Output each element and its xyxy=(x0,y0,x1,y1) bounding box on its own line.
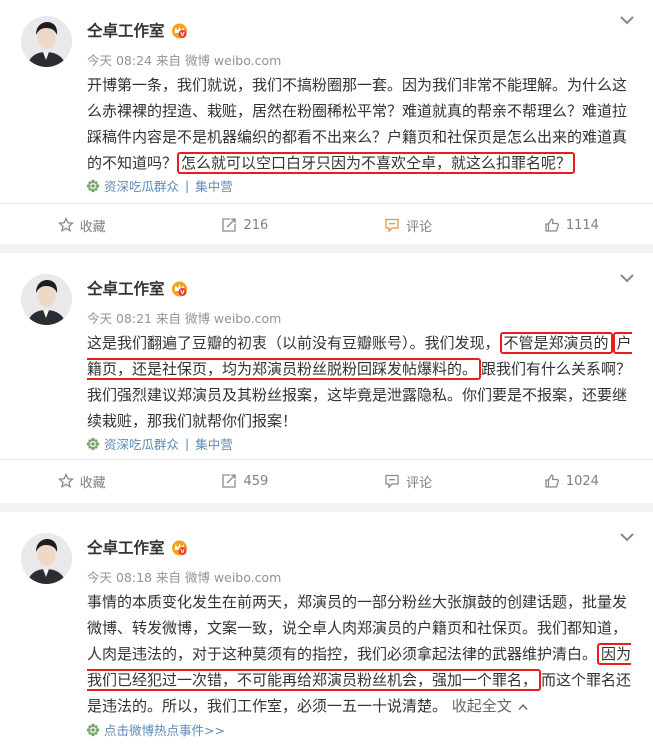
highlighted-text: 不管是郑演员的 xyxy=(499,332,613,354)
comment-label: 评论 xyxy=(406,475,433,491)
post-card: 仝卓工作室 V 今天 08:18 来自 微博 weibo.com 事情的本质变化… xyxy=(0,512,653,752)
post-source: 资深吃瓜群众 | 集中营 xyxy=(86,434,233,453)
collapse-label: 收起全文 xyxy=(451,697,512,715)
repost-icon xyxy=(222,218,237,232)
post-text-plain: 这是我们翻遍了豆瓣的初衷（以前没有豆瓣账号）。我们发现， xyxy=(87,334,500,352)
source-link[interactable]: 资深吃瓜群众 xyxy=(104,434,179,453)
favorite-label: 收藏 xyxy=(79,475,106,491)
post-card: 仝卓工作室 V 今天 08:21 来自 微博 weibo.com 这是我们翻遍了… xyxy=(0,253,653,503)
chevron-up-icon xyxy=(518,703,528,710)
post-text: 事情的本质变化发生在前两天，郑演员的一部分粉丝大张旗鼓的创建话题，批量发微博、转… xyxy=(87,589,637,719)
post-meta: 今天 08:18 来自 微博 weibo.com xyxy=(87,570,282,585)
action-bar: 收藏 216 评论 1114 xyxy=(0,203,653,247)
post-meta: 今天 08:21 来自 微博 weibo.com xyxy=(87,311,282,326)
vip-crown-icon: V xyxy=(171,281,187,296)
star-icon xyxy=(57,473,74,489)
chevron-down-icon[interactable] xyxy=(619,272,635,284)
source-app-link[interactable]: 集中营 xyxy=(195,176,233,195)
chevron-down-icon[interactable] xyxy=(619,14,635,26)
avatar[interactable] xyxy=(21,16,72,67)
repost-button[interactable]: 216 xyxy=(163,203,326,247)
like-icon xyxy=(545,474,559,488)
action-bar: 收藏 459 评论 1024 xyxy=(0,459,653,503)
repost-count: 216 xyxy=(243,217,269,233)
source-flower-icon xyxy=(86,723,100,736)
collapse-full-text-link[interactable]: 收起全文 xyxy=(452,697,528,715)
author-name[interactable]: 仝卓工作室 xyxy=(87,536,165,558)
svg-text:V: V xyxy=(180,549,185,555)
avatar[interactable] xyxy=(21,274,72,325)
repost-icon xyxy=(222,474,237,488)
comment-button[interactable]: 评论 xyxy=(327,459,490,503)
repost-button[interactable]: 459 xyxy=(163,459,326,503)
post-meta: 今天 08:24 来自 微博 weibo.com xyxy=(87,53,282,68)
comment-label: 评论 xyxy=(406,219,433,235)
vip-crown-icon: V xyxy=(171,540,187,555)
like-count: 1114 xyxy=(565,217,599,233)
comment-icon xyxy=(385,218,399,233)
source-app-link[interactable]: 集中营 xyxy=(195,434,233,453)
favorite-label: 收藏 xyxy=(79,219,106,235)
post-source: 资深吃瓜群众 | 集中营 xyxy=(86,176,233,195)
like-icon xyxy=(545,218,559,232)
svg-text:V: V xyxy=(180,290,185,296)
svg-text:V: V xyxy=(180,32,185,38)
highlighted-text: 怎么就可以空口白牙只因为不喜欢仝卓，就这么扣罪名呢？ xyxy=(177,152,576,174)
source-link[interactable]: 资深吃瓜群众 xyxy=(104,176,179,195)
post-source: 点击微博热点事件>> xyxy=(86,720,225,739)
author-name[interactable]: 仝卓工作室 xyxy=(87,277,165,299)
source-flower-icon xyxy=(86,437,100,450)
comment-button[interactable]: 评论 xyxy=(327,203,490,247)
chevron-down-icon[interactable] xyxy=(619,531,635,543)
comment-icon xyxy=(385,474,399,489)
favorite-button[interactable]: 收藏 xyxy=(0,203,163,247)
favorite-button[interactable]: 收藏 xyxy=(0,459,163,503)
like-button[interactable]: 1114 xyxy=(490,203,653,247)
weibo-feed: 仝卓工作室 V 今天 08:24 来自 微博 weibo.com 开博第一条，我… xyxy=(0,0,653,752)
like-count: 1024 xyxy=(565,473,599,489)
repost-count: 459 xyxy=(243,473,269,489)
avatar[interactable] xyxy=(21,533,72,584)
post-text: 开博第一条，我们就说，我们不搞粉圈那一套。因为我们非常不能理解。为什么这么赤裸裸… xyxy=(87,72,637,176)
author-name[interactable]: 仝卓工作室 xyxy=(87,19,165,41)
like-button[interactable]: 1024 xyxy=(490,459,653,503)
source-separator: | xyxy=(185,178,190,193)
source-flower-icon xyxy=(86,179,100,192)
post-text-plain: 事情的本质变化发生在前两天，郑演员的一部分粉丝大张旗鼓的创建话题，批量发微博、转… xyxy=(87,593,628,663)
source-separator: | xyxy=(185,436,190,451)
post-card: 仝卓工作室 V 今天 08:24 来自 微博 weibo.com 开博第一条，我… xyxy=(0,0,653,244)
post-text: 这是我们翻遍了豆瓣的初衷（以前没有豆瓣账号）。我们发现， 不管是郑演员的 户籍页，还… xyxy=(87,330,637,434)
hot-event-link[interactable]: 点击微博热点事件>> xyxy=(104,720,225,739)
star-icon xyxy=(57,217,74,233)
vip-crown-icon: V xyxy=(171,23,187,38)
